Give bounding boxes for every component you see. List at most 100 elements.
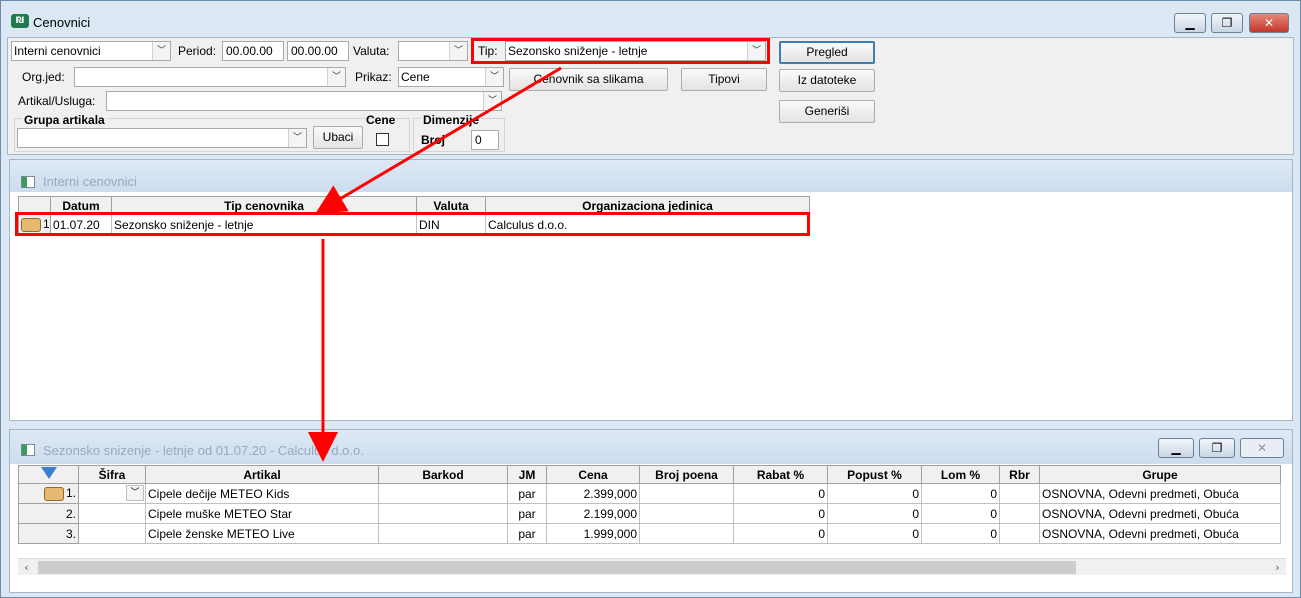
- row-number: 2.: [18, 503, 79, 524]
- cenovnici-window: ₪ Cenovnici ▁ ❐ ✕ Interni cenovnici ﹀ Pe…: [0, 0, 1301, 598]
- cell-grupe[interactable]: OSNOVNA, Odevni predmeti, Obuća: [1039, 503, 1281, 524]
- panel-minimize-button[interactable]: ▁: [1158, 438, 1194, 458]
- grupa-artikala-select[interactable]: ﹀: [17, 128, 307, 148]
- cell-broj-poena[interactable]: [639, 523, 734, 544]
- column-header-broj-poena[interactable]: Broj poena: [639, 465, 734, 484]
- panel-maximize-button[interactable]: ❐: [1199, 438, 1235, 458]
- cell-popust[interactable]: 0: [827, 523, 922, 544]
- pointing-hand-icon: [43, 486, 64, 501]
- cell-sifra[interactable]: [78, 503, 146, 524]
- period-to-input[interactable]: 00.00.00: [287, 41, 349, 61]
- cell-broj-poena[interactable]: [639, 503, 734, 524]
- scroll-right-icon[interactable]: ›: [1269, 559, 1286, 576]
- column-header-cena[interactable]: Cena: [546, 465, 640, 484]
- cell-rbr[interactable]: [999, 483, 1040, 504]
- cell-popust[interactable]: 0: [827, 503, 922, 524]
- cell-rabat[interactable]: 0: [733, 503, 828, 524]
- cell-jm[interactable]: par: [507, 483, 547, 504]
- table-row[interactable]: 1. ﹀ Cipele dečije METEO Kids par 2.399,…: [18, 483, 1281, 504]
- cell-artikal[interactable]: Cipele dečije METEO Kids: [145, 483, 379, 504]
- cell-cena[interactable]: 2.199,000: [546, 503, 640, 524]
- iz-datoteke-button[interactable]: Iz datoteke: [779, 69, 875, 92]
- horizontal-scrollbar[interactable]: ‹ ›: [18, 558, 1286, 575]
- minimize-button[interactable]: ▁: [1174, 13, 1206, 33]
- cenovnik-sa-slikama-button[interactable]: Cenovnik sa slikama: [509, 68, 668, 91]
- cell-sifra[interactable]: [78, 523, 146, 544]
- column-header-lom[interactable]: Lom %: [921, 465, 1000, 484]
- chevron-down-icon[interactable]: ﹀: [126, 485, 144, 501]
- org-label: Org.jed:: [22, 70, 65, 84]
- cell-rbr[interactable]: [999, 523, 1040, 544]
- chevron-down-icon: ﹀: [449, 42, 467, 60]
- cell-rabat[interactable]: 0: [733, 523, 828, 544]
- chevron-down-icon: ﹀: [327, 68, 345, 86]
- cene-label: Cene: [366, 113, 396, 127]
- row-number: 3.: [18, 523, 79, 544]
- scrollbar-thumb[interactable]: [38, 561, 1076, 574]
- org-select[interactable]: ﹀: [74, 67, 346, 87]
- cenovnik-type-select[interactable]: Interni cenovnici ﹀: [11, 41, 171, 61]
- column-header-artikal[interactable]: Artikal: [145, 465, 379, 484]
- cell-grupe[interactable]: OSNOVNA, Odevni predmeti, Obuća: [1039, 523, 1281, 544]
- title-bar: ₪ Cenovnici ▁ ❐ ✕: [1, 1, 1300, 37]
- interni-cenovnici-title: Interni cenovnici: [43, 174, 137, 189]
- cell-cena[interactable]: 2.399,000: [546, 483, 640, 504]
- cell-barkod[interactable]: [378, 503, 508, 524]
- chevron-down-icon: ﹀: [485, 68, 503, 86]
- column-header-rabat[interactable]: Rabat %: [733, 465, 828, 484]
- column-header-popust[interactable]: Popust %: [827, 465, 922, 484]
- close-button[interactable]: ✕: [1249, 13, 1289, 33]
- cell-barkod[interactable]: [378, 483, 508, 504]
- cell-lom[interactable]: 0: [921, 523, 1000, 544]
- cell-jm[interactable]: par: [507, 523, 547, 544]
- prikaz-select[interactable]: Cene ﹀: [398, 67, 504, 87]
- table-row[interactable]: 2. Cipele muške METEO Star par 2.199,000…: [18, 503, 1281, 524]
- cell-rabat[interactable]: 0: [733, 483, 828, 504]
- chevron-down-icon: ﹀: [152, 42, 170, 60]
- dimenzije-label: Dimenzije: [421, 113, 482, 127]
- cell-lom[interactable]: 0: [921, 503, 1000, 524]
- ubaci-button[interactable]: Ubaci: [313, 126, 363, 149]
- pregled-button[interactable]: Pregled: [779, 41, 875, 64]
- cenovnik-items-header: Sezonsko snizenje - letnje od 01.07.20 -…: [10, 430, 1292, 464]
- cenovnik-type-value: Interni cenovnici: [14, 44, 101, 58]
- row-number: 1.: [18, 483, 79, 504]
- cell-barkod[interactable]: [378, 523, 508, 544]
- column-header-barkod[interactable]: Barkod: [378, 465, 508, 484]
- table-row[interactable]: 3. Cipele ženske METEO Live par 1.999,00…: [18, 523, 1281, 544]
- column-header-jm[interactable]: JM: [507, 465, 547, 484]
- cene-checkbox[interactable]: [376, 133, 389, 146]
- valuta-select[interactable]: ﹀: [398, 41, 468, 61]
- cell-rbr[interactable]: [999, 503, 1040, 524]
- column-header-sifra[interactable]: Šifra: [78, 465, 146, 484]
- maximize-button[interactable]: ❐: [1211, 13, 1243, 33]
- table-header-row: Šifra Artikal Barkod JM Cena Broj poena …: [18, 465, 1281, 484]
- cell-artikal[interactable]: Cipele ženske METEO Live: [145, 523, 379, 544]
- cell-grupe[interactable]: OSNOVNA, Odevni predmeti, Obuća: [1039, 483, 1281, 504]
- cell-sifra[interactable]: ﹀: [78, 483, 146, 504]
- period-label: Period:: [178, 44, 217, 58]
- column-header-grupe[interactable]: Grupe: [1039, 465, 1281, 484]
- cenovnik-items-title: Sezonsko snizenje - letnje od 01.07.20 -…: [43, 443, 364, 458]
- row-highlight-box: [15, 212, 810, 236]
- cell-artikal[interactable]: Cipele muške METEO Star: [145, 503, 379, 524]
- cell-broj-poena[interactable]: [639, 483, 734, 504]
- cell-cena[interactable]: 1.999,000: [546, 523, 640, 544]
- tipovi-button[interactable]: Tipovi: [681, 68, 767, 91]
- column-header-rbr[interactable]: Rbr: [999, 465, 1040, 484]
- filter-header-corner[interactable]: [18, 465, 79, 484]
- filter-icon[interactable]: [40, 467, 57, 479]
- broj-input[interactable]: 0: [471, 130, 499, 150]
- panel-close-button[interactable]: ✕: [1240, 438, 1284, 458]
- prikaz-value: Cene: [401, 70, 430, 84]
- scroll-left-icon[interactable]: ‹: [18, 559, 35, 576]
- cell-lom[interactable]: 0: [921, 483, 1000, 504]
- period-from-input[interactable]: 00.00.00: [222, 41, 284, 61]
- cell-jm[interactable]: par: [507, 503, 547, 524]
- artikal-select[interactable]: ﹀: [106, 91, 502, 111]
- window-title: Cenovnici: [33, 15, 91, 30]
- generisi-button[interactable]: Generiši: [779, 100, 875, 123]
- cell-popust[interactable]: 0: [827, 483, 922, 504]
- chevron-down-icon: ﹀: [288, 129, 306, 147]
- valuta-label: Valuta:: [353, 44, 390, 58]
